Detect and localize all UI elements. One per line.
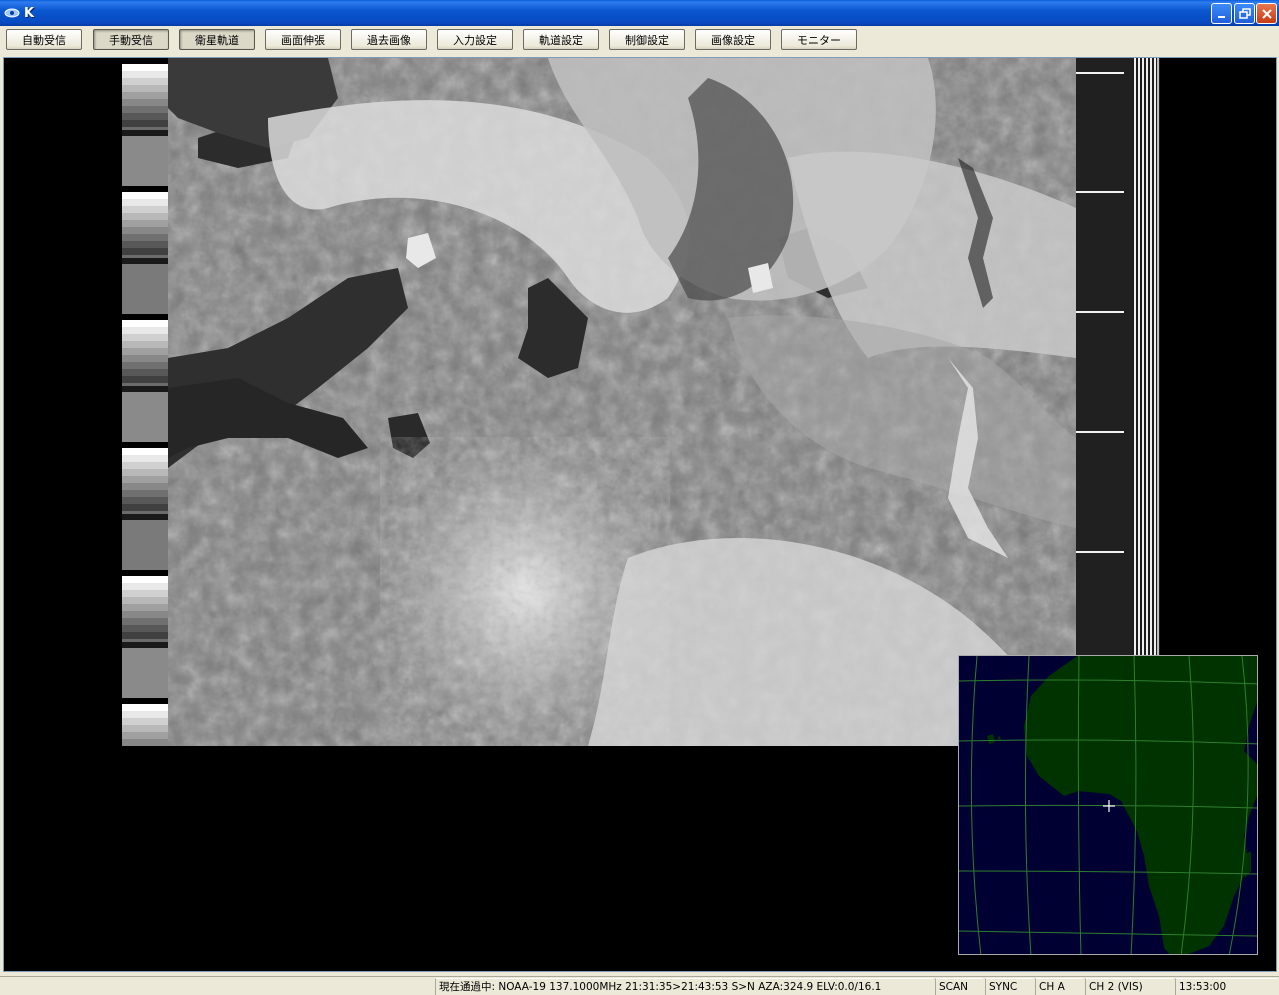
satellite-dish-icon: [4, 5, 20, 21]
toolbar: 自動受信 手動受信 衛星軌道 画面伸張 過去画像 入力設定 軌道設定 制御設定 …: [0, 26, 1279, 54]
restore-button[interactable]: [1234, 3, 1255, 24]
image-settings-button[interactable]: 画像設定: [695, 29, 771, 50]
status-bar: 現在通過中: NOAA-19 137.1000MHz 21:31:35>21:4…: [0, 976, 1279, 995]
sync-status: SYNC: [985, 978, 1033, 995]
manual-receive-button[interactable]: 手動受信: [93, 29, 169, 50]
close-icon: [1261, 8, 1272, 19]
past-images-button[interactable]: 過去画像: [351, 29, 427, 50]
monitor-button[interactable]: モニター: [781, 29, 857, 50]
clock-status: 13:53:00: [1175, 978, 1277, 995]
auto-receive-button[interactable]: 自動受信: [6, 29, 82, 50]
control-settings-button[interactable]: 制御設定: [609, 29, 685, 50]
orbit-map[interactable]: [958, 655, 1258, 955]
channel-a-status: CH A: [1035, 978, 1083, 995]
input-settings-button[interactable]: 入力設定: [437, 29, 513, 50]
close-button[interactable]: [1256, 3, 1277, 24]
title-bar[interactable]: K: [0, 0, 1279, 26]
restore-icon: [1238, 7, 1251, 19]
earth-image-channel: [168, 58, 1076, 746]
minimize-button[interactable]: [1211, 3, 1232, 24]
telemetry-wedge-strip: [122, 58, 168, 746]
minimize-icon: [1217, 15, 1225, 18]
screen-stretch-button[interactable]: 画面伸張: [265, 29, 341, 50]
orbit-settings-button[interactable]: 軌道設定: [523, 29, 599, 50]
pass-info-status: 現在通過中: NOAA-19 137.1000MHz 21:31:35>21:4…: [435, 978, 933, 995]
window-title: K: [24, 5, 35, 21]
satellite-image[interactable]: [122, 58, 1076, 746]
image-display-area: [3, 57, 1277, 972]
satellite-orbit-button[interactable]: 衛星軌道: [179, 29, 255, 50]
sync-marker-bars: [1132, 58, 1160, 658]
scan-status: SCAN: [935, 978, 983, 995]
channel-b-status: CH 2 (VIS): [1085, 978, 1173, 995]
app-window: K 自動受信 手動受信 衛星軌道 画面伸張 過去画像 入力設定 軌道設定 制御設…: [0, 0, 1279, 995]
